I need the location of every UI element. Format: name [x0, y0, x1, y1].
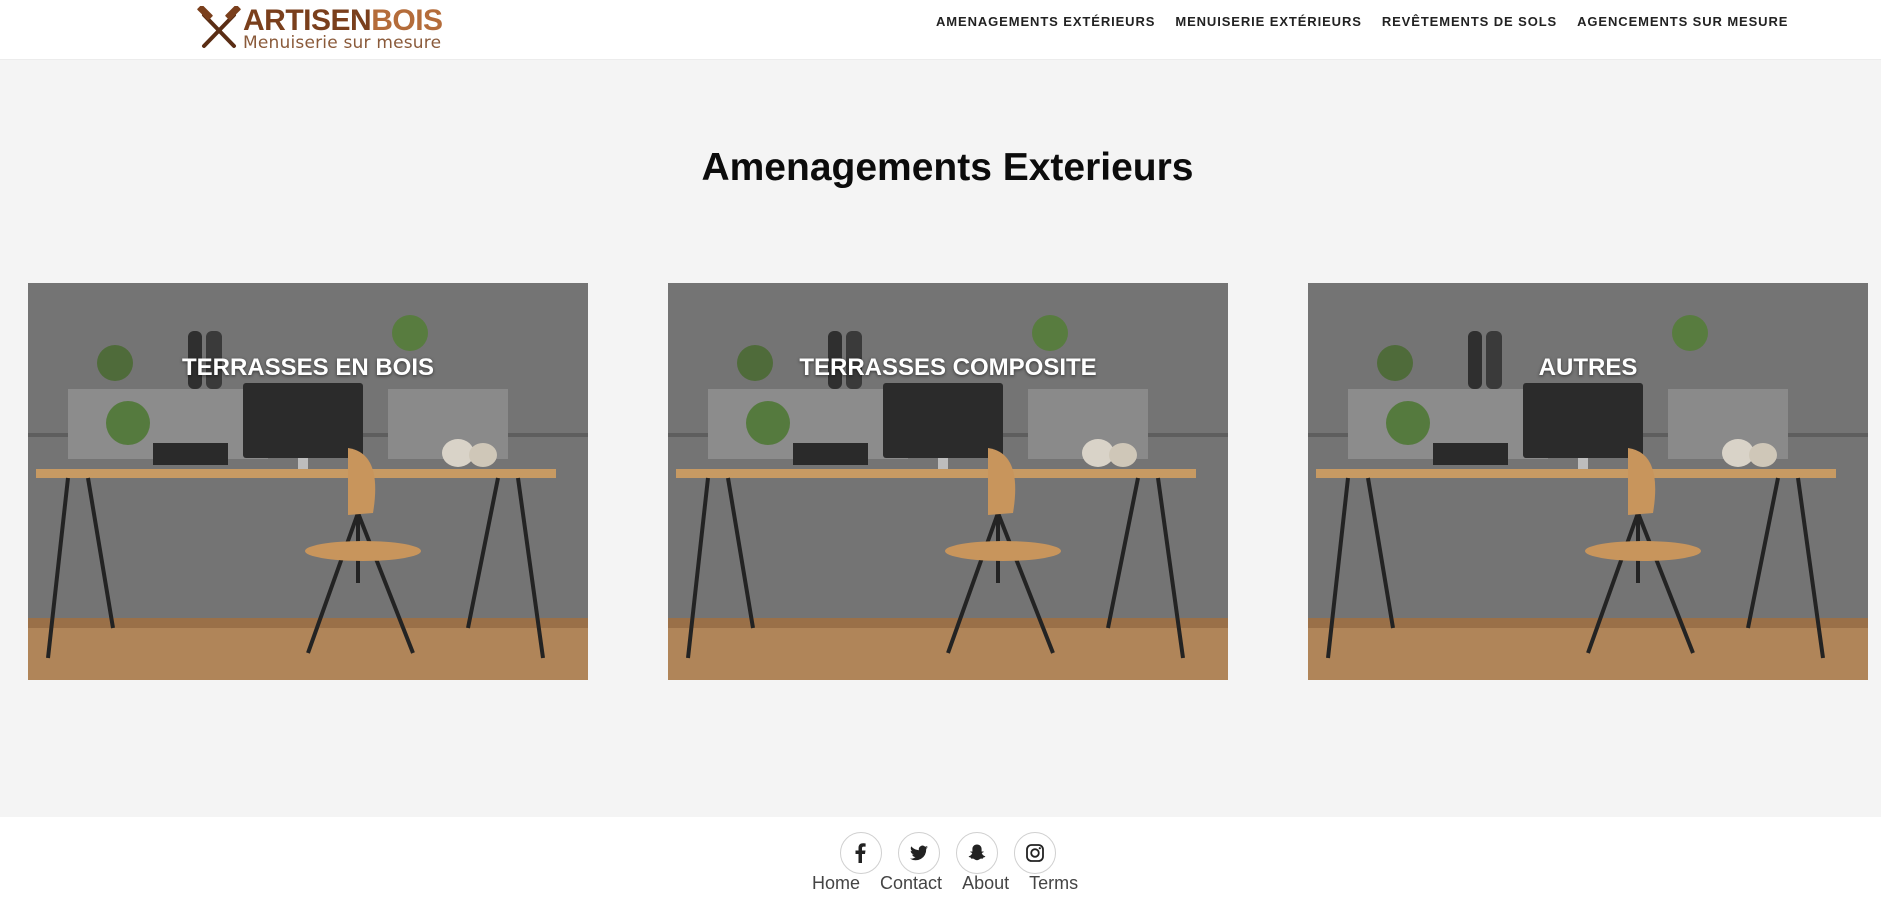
nav-item-menuiserie-exterieurs[interactable]: MENUISERIE EXTÉRIEURS — [1175, 14, 1361, 30]
card-label: AUTRES — [1538, 354, 1638, 381]
footer-link-terms[interactable]: Terms — [1029, 872, 1078, 894]
crossed-hammers-icon — [197, 6, 241, 48]
facebook-button[interactable] — [840, 832, 882, 874]
brand-tagline: Menuiserie sur mesure — [243, 33, 442, 53]
category-card-terrasses-composite[interactable]: TERRASSES COMPOSITE — [668, 283, 1228, 680]
twitter-button[interactable] — [898, 832, 940, 874]
snapchat-icon — [968, 844, 986, 861]
instagram-icon — [1026, 844, 1044, 862]
main-nav: AMENAGEMENTS EXTÉRIEURS MENUISERIE EXTÉR… — [936, 14, 1788, 30]
card-label: TERRASSES COMPOSITE — [799, 354, 1097, 381]
social-links — [840, 832, 1056, 874]
card-label: TERRASSES EN BOIS — [181, 354, 435, 381]
instagram-button[interactable] — [1014, 832, 1056, 874]
site-header: ARTISENBOIS Menuiserie sur mesure AMENAG… — [0, 0, 1881, 60]
nav-item-amenagements-exterieurs[interactable]: AMENAGEMENTS EXTÉRIEURS — [936, 14, 1155, 30]
footer-link-about[interactable]: About — [962, 872, 1009, 894]
nav-item-agencements-sur-mesure[interactable]: AGENCEMENTS SUR MESURE — [1577, 14, 1788, 30]
footer-links: Home Contact About Terms — [812, 872, 1078, 894]
site-footer: Home Contact About Terms — [0, 817, 1881, 905]
snapchat-button[interactable] — [956, 832, 998, 874]
nav-item-revetements-de-sols[interactable]: REVÊTEMENTS DE SOLS — [1382, 14, 1557, 30]
facebook-icon — [855, 843, 866, 863]
category-card-autres[interactable]: AUTRES — [1308, 283, 1868, 680]
desk-scene-image — [28, 283, 588, 680]
footer-link-home[interactable]: Home — [812, 872, 860, 894]
footer-link-contact[interactable]: Contact — [880, 872, 942, 894]
category-card-terrasses-en-bois[interactable]: TERRASSES EN BOIS — [28, 283, 588, 680]
desk-scene-image — [1308, 283, 1868, 680]
desk-scene-image — [668, 283, 1228, 680]
page-title: Amenagements Exterieurs — [701, 146, 1194, 189]
twitter-icon — [910, 845, 928, 861]
brand-logo[interactable]: ARTISENBOIS Menuiserie sur mesure — [197, 4, 447, 53]
